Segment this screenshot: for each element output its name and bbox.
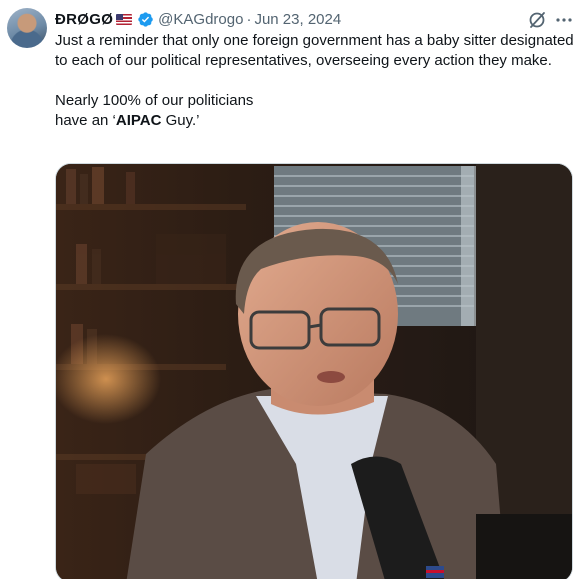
tweet-text: Just a reminder that only one foreign go… bbox=[55, 31, 575, 131]
more-icon[interactable] bbox=[554, 10, 574, 30]
tweet-text-pre: have an ‘ bbox=[55, 112, 116, 129]
tweet-paragraph-3: have an ‘AIPAC Guy.’ bbox=[55, 111, 575, 131]
tweet-date[interactable]: Jun 23, 2024 bbox=[254, 11, 341, 28]
verified-badge-icon[interactable] bbox=[137, 11, 154, 28]
tweet-text-bold: AIPAC bbox=[115, 112, 162, 129]
display-name[interactable]: ĐRØGØ bbox=[55, 11, 113, 28]
tweet-paragraph-1: Just a reminder that only one foreign go… bbox=[55, 32, 574, 69]
tweet-text-post: Guy.’ bbox=[161, 112, 200, 129]
tweet-header: ĐRØGØ @KAGdrogo · Jun 23, 2024 bbox=[55, 9, 341, 29]
us-flag-icon bbox=[116, 13, 133, 25]
video-media[interactable] bbox=[55, 163, 573, 579]
avatar[interactable] bbox=[7, 8, 47, 48]
separator-dot: · bbox=[246, 10, 252, 28]
user-handle[interactable]: @KAGdrogo bbox=[158, 11, 243, 28]
tweet-paragraph-2: Nearly 100% of our politicians bbox=[55, 92, 254, 109]
grok-icon[interactable] bbox=[527, 10, 547, 30]
tweet-card[interactable]: ĐRØGØ @KAGdrogo · Jun 23, 2024 Just a re… bbox=[0, 0, 581, 579]
